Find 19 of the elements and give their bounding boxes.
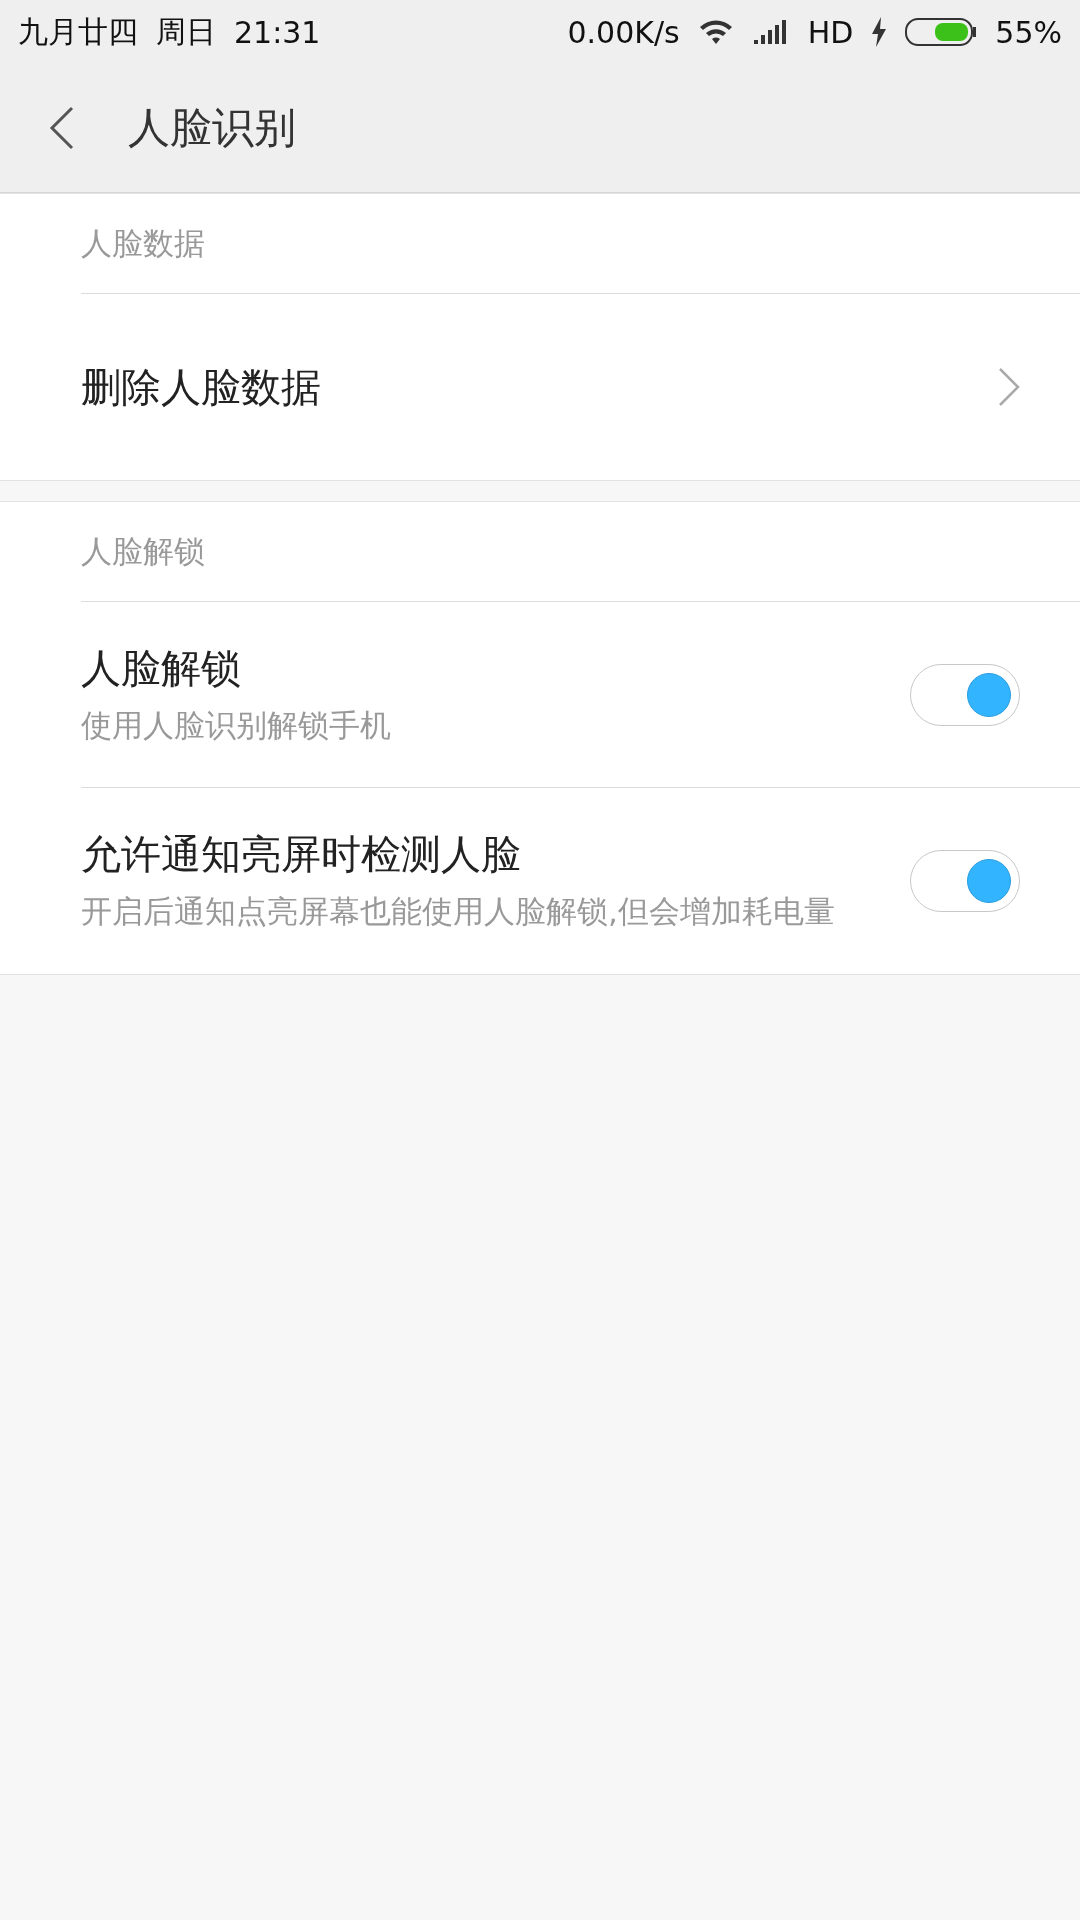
network-type: HD: [807, 14, 854, 50]
settings-row[interactable]: 删除人脸数据: [81, 294, 1080, 480]
back-button[interactable]: [48, 106, 76, 150]
status-weekday: 周日: [156, 12, 216, 51]
status-date: 九月廿四: [18, 12, 138, 51]
battery-percent: 55%: [995, 14, 1062, 50]
status-time: 21:31: [234, 14, 321, 50]
row-description: 开启后通知点亮屏幕也能使用人脸解锁,但会增加耗电量: [81, 892, 835, 932]
charging-icon: [871, 17, 888, 47]
page-title: 人脸识别: [128, 102, 296, 154]
row-title: 允许通知亮屏时检测人脸: [81, 830, 522, 880]
battery-icon: [905, 17, 978, 47]
section-title: 人脸解锁: [81, 531, 205, 571]
section-title: 人脸数据: [81, 223, 205, 263]
network-speed: 0.00K/s: [567, 14, 680, 50]
chevron-icon: [998, 367, 1020, 407]
row-title: 人脸解锁: [81, 643, 242, 693]
row-title: 删除人脸数据: [81, 362, 322, 412]
row-description: 使用人脸识别解锁手机: [81, 705, 392, 745]
